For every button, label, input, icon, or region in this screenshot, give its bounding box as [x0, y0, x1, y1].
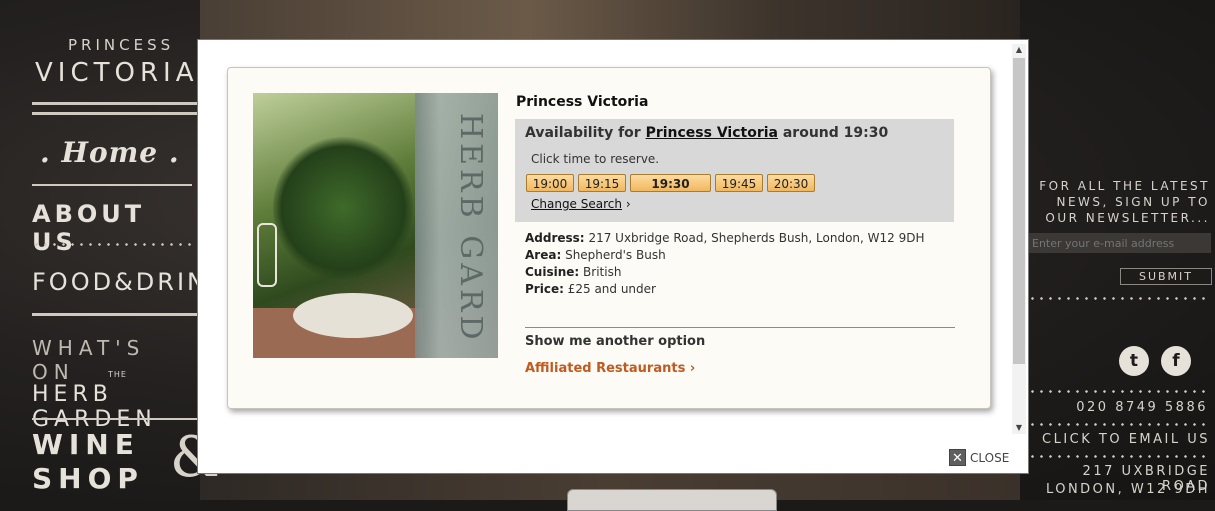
address-value: 217 Uxbridge Road, Shepherds Bush, Londo…: [588, 231, 925, 245]
divider: [32, 102, 200, 105]
brand-logo[interactable]: VICTORIA: [35, 58, 198, 88]
scroll-up-arrow-icon[interactable]: ▲: [1012, 44, 1026, 56]
photo-table: [293, 293, 413, 338]
restaurant-card: HERB GARD Princess Victoria Availability…: [227, 67, 991, 409]
phone-number: 020 8749 5886: [1076, 400, 1208, 415]
address-line-2: LONDON, W12 9DH: [1045, 482, 1210, 497]
availability-panel: Availability for Princess Victoria aroun…: [515, 119, 954, 222]
photo-chair: [257, 223, 277, 287]
change-search-link[interactable]: Change Search ›: [531, 197, 631, 211]
divider: [32, 112, 200, 115]
restaurant-details: Address: 217 Uxbridge Road, Shepherds Bu…: [525, 230, 925, 298]
divider: [32, 313, 200, 316]
divider: [32, 184, 192, 186]
price-value: £25 and under: [567, 282, 656, 296]
click-time-instruction: Click time to reserve.: [531, 152, 660, 166]
close-label[interactable]: CLOSE: [970, 451, 1009, 465]
time-slot-list: 19:00 19:15 19:30 19:45 20:30: [526, 174, 815, 192]
time-slot-button-selected[interactable]: 19:30: [630, 174, 711, 192]
affiliated-restaurants-link[interactable]: Affiliated Restaurants ›: [525, 361, 695, 376]
nav-about-us[interactable]: ABOUT US: [32, 200, 200, 256]
bottom-tab: [567, 489, 777, 511]
price-label: Price:: [525, 282, 564, 296]
newsletter-email-input[interactable]: [1028, 233, 1211, 253]
modal-scrollbar[interactable]: ▲ ▼: [1012, 44, 1026, 434]
availability-prefix: Availability for: [525, 125, 641, 141]
twitter-icon[interactable]: t: [1119, 346, 1149, 376]
dotted-divider: [1028, 455, 1210, 458]
divider: [525, 327, 955, 328]
restaurant-link[interactable]: Princess Victoria: [646, 125, 778, 141]
restaurant-name: Princess Victoria: [516, 94, 649, 110]
time-slot-button[interactable]: 19:45: [715, 174, 763, 192]
nav-herb-prefix: THE: [108, 370, 127, 379]
nav-home[interactable]: . Home .: [40, 136, 180, 169]
close-icon[interactable]: ✕: [949, 449, 966, 466]
newsletter-text: FOR ALL THE LATEST NEWS, SIGN UP TO OUR …: [1039, 179, 1210, 225]
cuisine-label: Cuisine:: [525, 265, 580, 279]
header-photo: [200, 0, 1020, 40]
area-label: Area:: [525, 248, 562, 262]
scrollbar-thumb[interactable]: [1013, 58, 1025, 364]
email-link[interactable]: CLICK TO EMAIL US: [1028, 432, 1210, 447]
divider: [32, 418, 200, 420]
area-row: Area: Shepherd's Bush: [525, 247, 925, 264]
reservation-modal: ▲ ▼ HERB GARD Princess Victoria Availabi…: [197, 39, 1029, 474]
address-label: Address:: [525, 231, 585, 245]
nav-wine-shop[interactable]: WINE: [32, 428, 140, 461]
close-button[interactable]: ✕ CLOSE: [949, 449, 1009, 466]
chevron-right-icon: ›: [625, 197, 631, 211]
show-another-option-heading: Show me another option: [525, 334, 706, 349]
change-search-label: Change Search: [531, 197, 622, 211]
right-sidebar: FOR ALL THE LATEST NEWS, SIGN UP TO OUR …: [1020, 0, 1215, 500]
dotted-divider: [1028, 390, 1210, 393]
time-slot-button[interactable]: 19:00: [526, 174, 574, 192]
brand-top: PRINCESS: [68, 36, 175, 54]
time-slot-button[interactable]: 20:30: [767, 174, 815, 192]
cuisine-value: British: [583, 265, 622, 279]
dotted-divider: [1028, 297, 1210, 300]
dotted-divider: [1028, 423, 1210, 426]
availability-title: Availability for Princess Victoria aroun…: [525, 125, 888, 141]
nav-wine-shop-2[interactable]: SHOP: [32, 462, 144, 495]
restaurant-photo: HERB GARD: [253, 93, 498, 358]
address-row: Address: 217 Uxbridge Road, Shepherds Bu…: [525, 230, 925, 247]
dotted-divider: [32, 243, 200, 246]
photo-glass-text: HERB GARD: [453, 113, 488, 344]
facebook-icon[interactable]: f: [1161, 346, 1191, 376]
left-navigation: PRINCESS VICTORIA . Home . ABOUT US FOOD…: [0, 0, 224, 500]
area-value: Shepherd's Bush: [565, 248, 666, 262]
photo-foliage: [273, 133, 413, 283]
availability-suffix: around 19:30: [782, 125, 889, 141]
time-slot-button[interactable]: 19:15: [578, 174, 626, 192]
cuisine-row: Cuisine: British: [525, 264, 925, 281]
newsletter-submit-button[interactable]: SUBMIT: [1120, 268, 1212, 285]
scroll-down-arrow-icon[interactable]: ▼: [1012, 422, 1026, 434]
price-row: Price: £25 and under: [525, 281, 925, 298]
